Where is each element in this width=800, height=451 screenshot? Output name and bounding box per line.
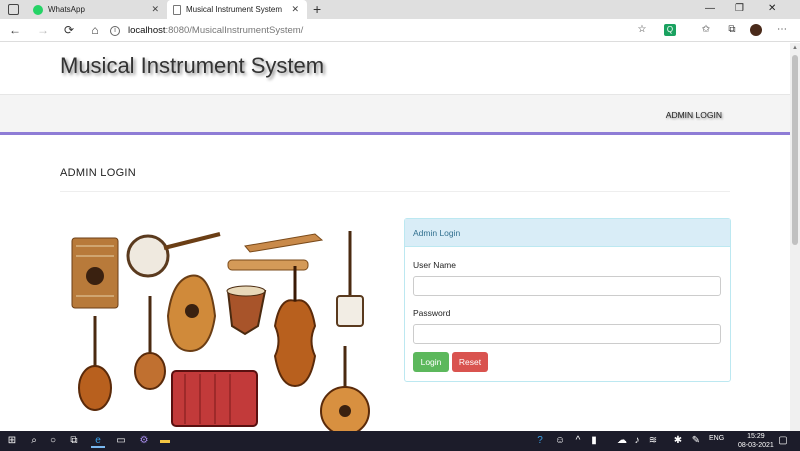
close-window-button[interactable]: ✕ <box>768 3 776 14</box>
browser-tab-bar: WhatsApp ✕ Musical Instrument System ✕ +… <box>0 0 800 19</box>
edge-browser-icon[interactable]: e <box>91 434 105 448</box>
pen-icon[interactable]: ✎ <box>689 434 703 448</box>
help-icon[interactable]: ? <box>533 434 547 448</box>
panel-heading: Admin Login <box>405 219 730 247</box>
restore-button[interactable]: ❐ <box>735 3 744 14</box>
site-title: Musical Instrument System <box>60 53 325 78</box>
home-button[interactable]: ⌂ <box>88 23 102 37</box>
site-header: Musical Instrument System <box>0 43 790 95</box>
more-options-icon[interactable]: ⋯ <box>776 24 788 36</box>
instruments-image <box>60 216 380 431</box>
new-tab-button[interactable]: + <box>313 1 321 17</box>
page-icon <box>173 4 181 15</box>
file-explorer-icon[interactable]: ▬ <box>158 434 172 448</box>
show-hidden-icons[interactable]: ^ <box>571 434 585 448</box>
refresh-button[interactable]: ⟳ <box>62 23 76 37</box>
taskbar: ⊞ ⌕ ○ ⧉ e ▭ ⚙ ▬ ? ☺ ^ ▮ ☁ ♪ ≋ ✱ ✎ ENG 15… <box>0 431 800 451</box>
windows-start-icon[interactable]: ⊞ <box>5 434 19 448</box>
address-bar-row: ← → ⟳ ⌂ i localhost:8080/MusicalInstrume… <box>0 19 800 42</box>
page-scrollbar[interactable]: ▲ <box>790 43 800 431</box>
close-tab-icon[interactable]: ✕ <box>291 4 299 15</box>
cloud-icon[interactable]: ☁ <box>615 434 629 448</box>
extension-icon[interactable]: Q <box>664 24 676 36</box>
tab-title: Musical Instrument System <box>186 5 283 14</box>
whatsapp-icon <box>33 4 43 15</box>
read-aloud-icon[interactable]: ☆ <box>636 24 648 36</box>
volume-icon[interactable]: ♪ <box>630 434 644 448</box>
clock-date: 08-03-2021 <box>738 442 774 449</box>
language-indicator[interactable]: ENG <box>709 435 724 442</box>
reset-button[interactable]: Reset <box>452 352 488 372</box>
scrollbar-thumb[interactable] <box>792 55 798 245</box>
settings-icon[interactable]: ⚙ <box>137 434 151 448</box>
divider <box>60 191 730 192</box>
nav-admin-login-link[interactable]: ADMIN LOGIN <box>666 110 722 120</box>
back-button[interactable]: ← <box>8 23 22 37</box>
close-tab-icon[interactable]: ✕ <box>151 4 159 15</box>
page-title: ADMIN LOGIN <box>60 167 137 179</box>
search-icon[interactable]: ⌕ <box>27 434 41 448</box>
instruments-illustration <box>71 231 370 431</box>
username-label: User Name <box>413 260 456 270</box>
url-host: localhost <box>128 25 166 36</box>
notifications-icon[interactable]: ▢ <box>776 434 790 448</box>
password-input[interactable] <box>413 324 721 344</box>
minimize-button[interactable]: — <box>705 3 715 14</box>
clock-time: 15:29 <box>747 433 765 440</box>
tab-title: WhatsApp <box>48 5 85 14</box>
people-icon[interactable]: ☺ <box>553 434 567 448</box>
web-page: Musical Instrument System ADMIN LOGIN AD… <box>0 43 790 431</box>
scroll-up-icon[interactable]: ▲ <box>792 45 798 51</box>
url-path: :8080/MusicalInstrumentSystem/ <box>165 25 304 36</box>
wifi-icon[interactable]: ≋ <box>646 434 660 448</box>
admin-login-panel: Admin Login User Name Password Login Res… <box>404 218 731 382</box>
username-input[interactable] <box>413 276 721 296</box>
password-label: Password <box>413 308 451 318</box>
battery-icon[interactable]: ▮ <box>587 434 601 448</box>
tab-whatsapp[interactable]: WhatsApp ✕ <box>27 0 167 19</box>
navbar: ADMIN LOGIN <box>0 95 790 135</box>
forward-button[interactable]: → <box>36 23 50 37</box>
terminal-icon[interactable]: ▭ <box>114 434 128 448</box>
favorites-icon[interactable]: ✩ <box>700 24 712 36</box>
bluetooth-icon[interactable]: ✱ <box>671 434 685 448</box>
tab-musical-instrument-system[interactable]: Musical Instrument System ✕ <box>167 0 307 19</box>
cortana-icon[interactable]: ○ <box>46 434 60 448</box>
task-view-icon[interactable]: ⧉ <box>67 434 81 448</box>
profile-avatar[interactable] <box>750 24 762 36</box>
collections-icon[interactable]: ⧉ <box>726 24 738 36</box>
login-button[interactable]: Login <box>413 352 449 372</box>
url-field[interactable]: i localhost:8080/MusicalInstrumentSystem… <box>110 21 660 40</box>
clock[interactable]: 15:29 08-03-2021 <box>738 432 774 450</box>
info-icon[interactable]: i <box>110 25 120 36</box>
tab-actions-icon[interactable] <box>8 4 19 15</box>
